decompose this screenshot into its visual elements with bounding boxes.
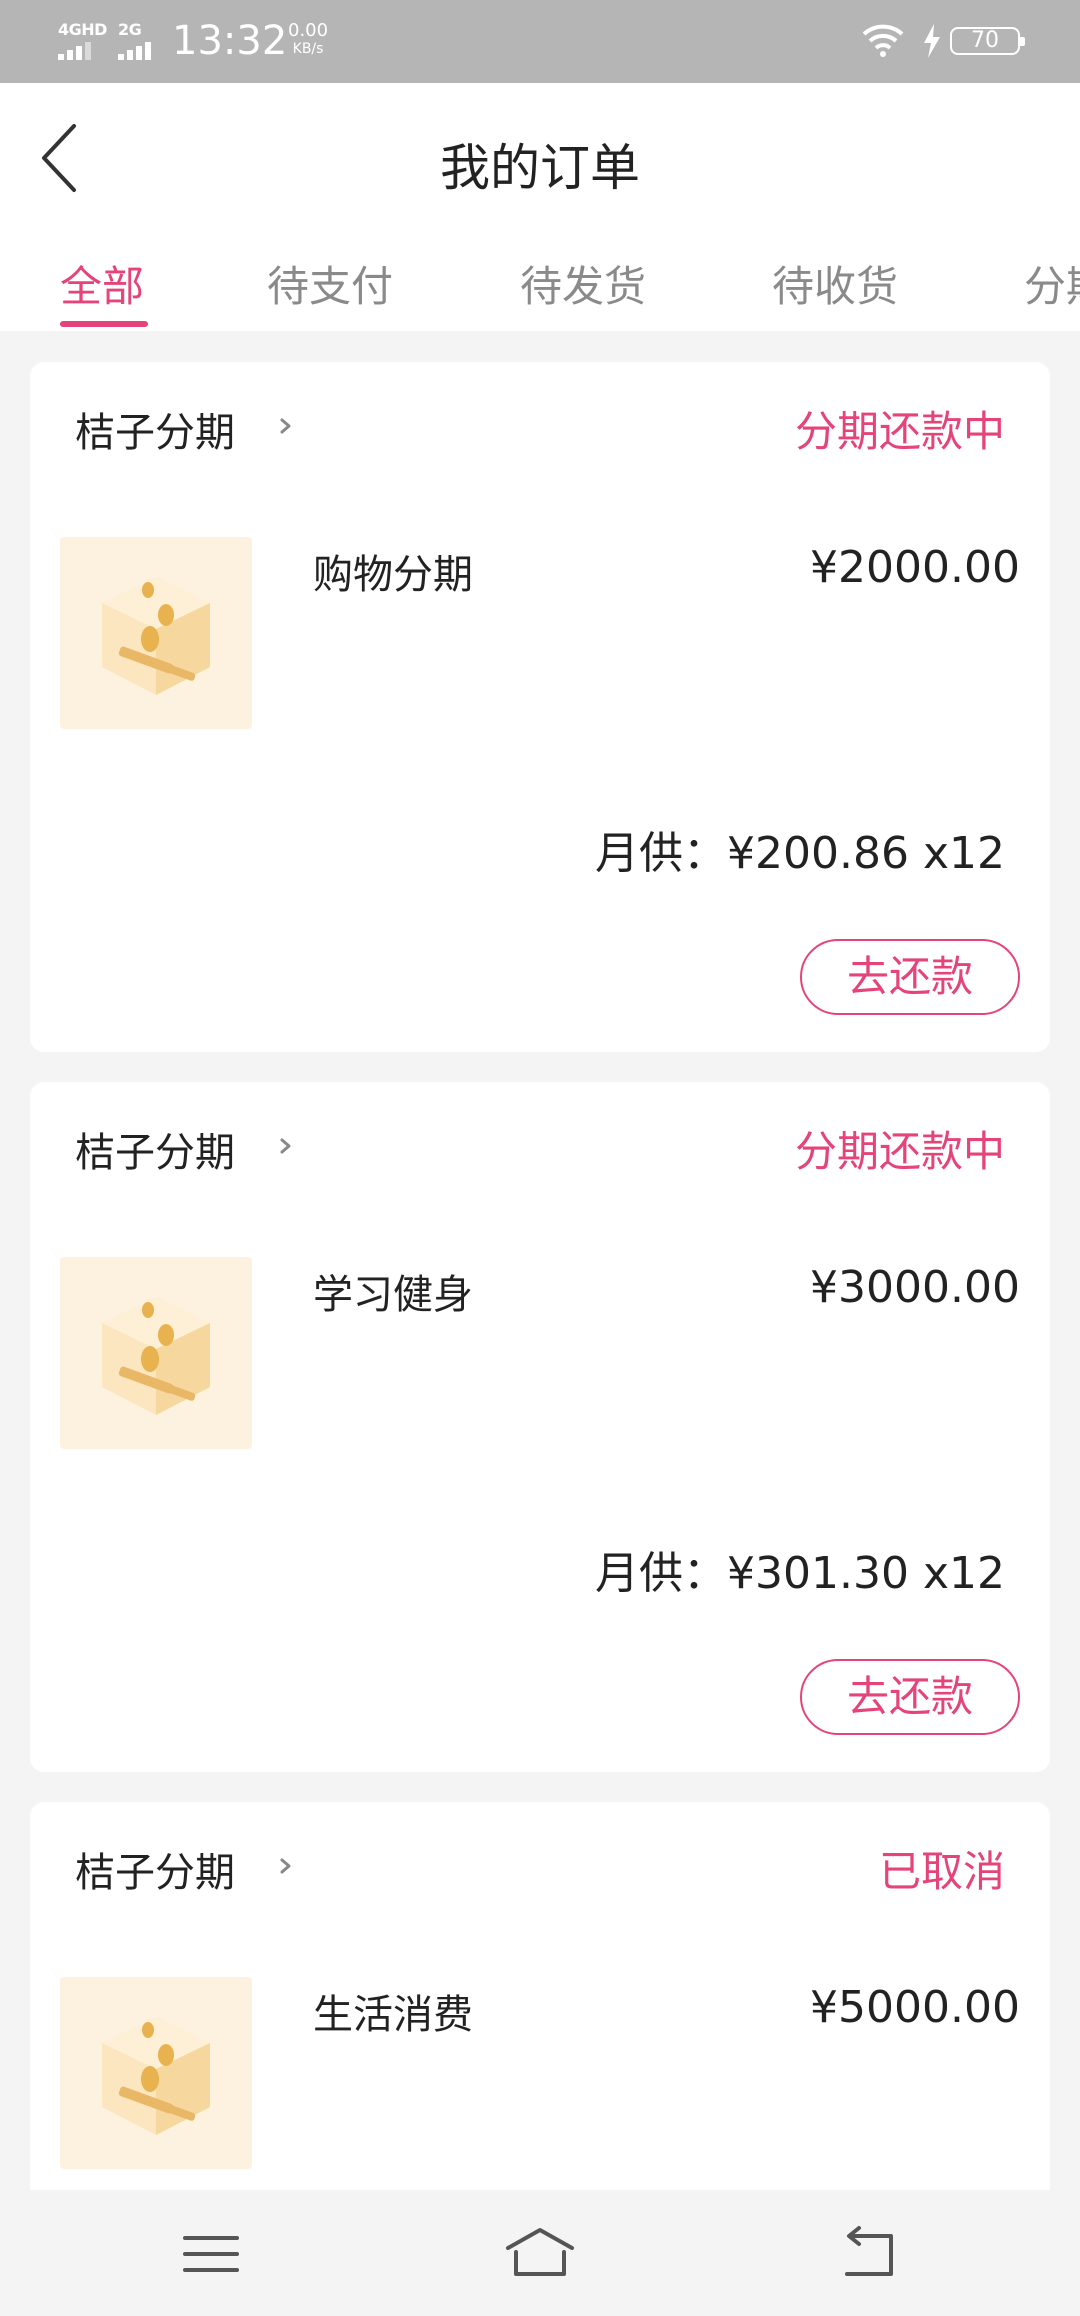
back-icon[interactable] [833,2224,905,2284]
monthly-payment: 月供：¥200.86 x12 [595,828,1005,879]
active-tab-indicator [60,321,148,327]
repay-button[interactable]: 去还款 [800,939,1020,1015]
app-header: 我的订单 [0,83,1080,233]
battery-icon: 70 [950,27,1025,55]
product-thumbnail [60,537,252,729]
order-card[interactable]: 桔子分期 分期还款中 购物分期 ¥2000.00 月供：¥200.86 x12 … [30,362,1050,1052]
product-name: 学习健身 [313,1272,473,1318]
product-price: ¥5000.00 [810,1982,1020,2033]
store-name[interactable]: 桔子分期 [75,400,235,458]
speed-value: 0.00 [288,20,329,41]
product-name: 购物分期 [313,552,473,598]
chevron-right-icon[interactable] [276,1848,296,1884]
order-status: 分期还款中 [794,1127,1005,1176]
clock: 13:32 [172,18,288,64]
tab-pending-payment[interactable]: 待支付 [267,253,393,314]
charging-icon [924,24,940,58]
battery-level: 70 [971,28,999,53]
chevron-right-icon[interactable] [276,408,296,444]
tab-pending-receipt[interactable]: 待收货 [772,253,898,314]
tab-all[interactable]: 全部 [60,253,144,314]
coin-box-icon [102,2017,210,2135]
order-card[interactable]: 桔子分期 分期还款中 学习健身 ¥3000.00 月供：¥301.30 x12 … [30,1082,1050,1772]
repay-button[interactable]: 去还款 [800,1659,1020,1735]
coin-box-icon [102,1297,210,1415]
system-nav-bar [0,2190,1080,2316]
network-type-label: 4GHD [58,20,107,39]
product-price: ¥3000.00 [810,1262,1020,1313]
order-tabs: 全部 待支付 待发货 待收货 分期 [0,233,1080,331]
chevron-right-icon[interactable] [276,1128,296,1164]
order-card[interactable]: 桔子分期 已取消 生活消费 ¥5000.00 [30,1802,1050,2202]
home-icon[interactable] [504,2224,576,2284]
speed-unit: KB/s [292,41,324,57]
product-thumbnail [60,1257,252,1449]
order-status: 已取消 [878,1847,1005,1896]
network-speed: 0.00 KB/s [288,22,328,58]
store-name[interactable]: 桔子分期 [75,1120,235,1178]
coin-box-icon [102,577,210,695]
order-list-screen: 4GHD 2G 13:32 0.00 KB/s 70 我的订单 全部 待支付 待… [0,0,1080,2316]
product-thumbnail [60,1977,252,2169]
wifi-icon [862,24,904,57]
monthly-payment: 月供：¥301.30 x12 [595,1548,1005,1599]
tab-pending-shipment[interactable]: 待发货 [520,253,646,314]
store-name[interactable]: 桔子分期 [75,1840,235,1898]
network-type-label: 2G [118,20,142,39]
product-price: ¥2000.00 [810,542,1020,593]
status-bar: 4GHD 2G 13:32 0.00 KB/s 70 [0,0,1080,83]
tab-installment[interactable]: 分期 [1024,253,1080,314]
menu-icon[interactable] [175,2224,247,2284]
order-status: 分期还款中 [794,407,1005,456]
page-title: 我的订单 [440,139,640,197]
product-name: 生活消费 [313,1992,473,2038]
